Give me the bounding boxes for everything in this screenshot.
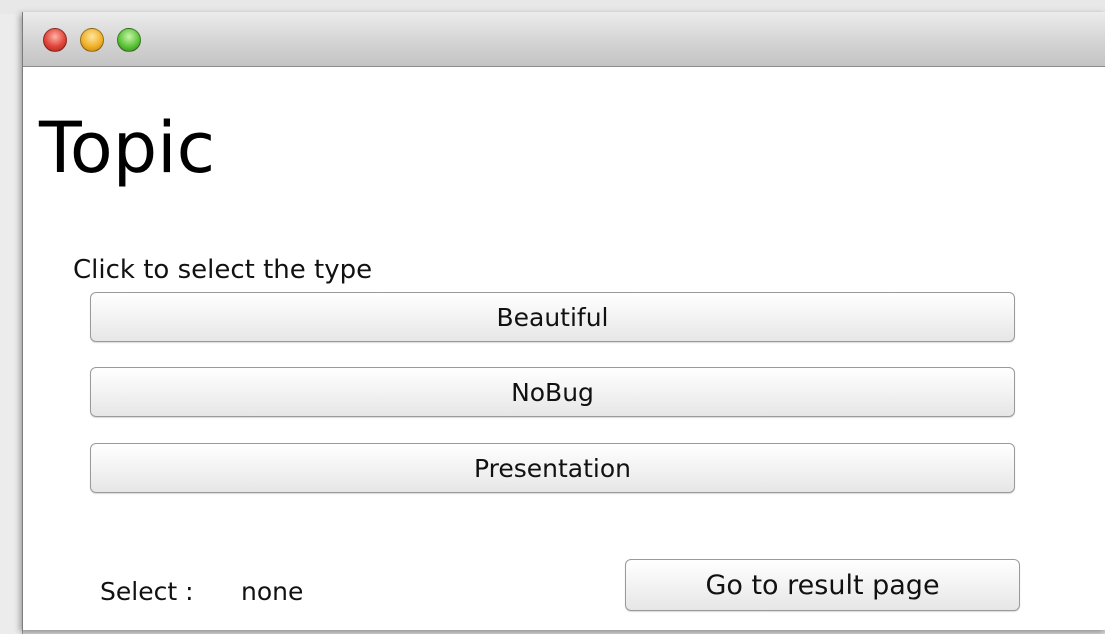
select-type-prompt: Click to select the type: [73, 255, 373, 285]
nobug-button[interactable]: NoBug: [90, 367, 1015, 417]
minimize-window-button[interactable]: [80, 28, 104, 52]
page-title: Topic: [39, 107, 216, 189]
close-window-button[interactable]: [43, 28, 67, 52]
title-bar[interactable]: [23, 12, 1105, 67]
content-pane: Topic Click to select the type Beautiful…: [23, 67, 1105, 630]
select-label: Select :: [100, 577, 194, 606]
go-to-result-page-button[interactable]: Go to result page: [625, 559, 1020, 611]
background-window-edge: [0, 14, 23, 634]
app-window: Topic Click to select the type Beautiful…: [22, 12, 1105, 630]
presentation-button[interactable]: Presentation: [90, 443, 1015, 493]
select-value: none: [241, 577, 304, 606]
zoom-window-button[interactable]: [117, 28, 141, 52]
beautiful-button[interactable]: Beautiful: [90, 292, 1015, 342]
